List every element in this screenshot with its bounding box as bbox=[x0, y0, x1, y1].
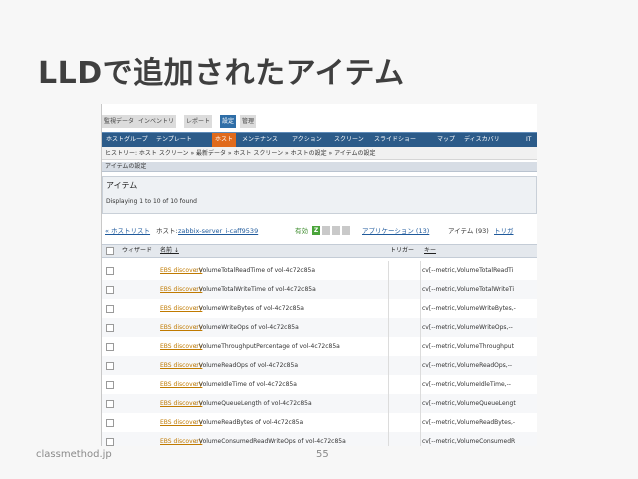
page-title: アイテム bbox=[106, 181, 138, 190]
menu-host-groups[interactable]: ホストグループ bbox=[106, 133, 148, 147]
host-label: ホスト: bbox=[156, 227, 178, 235]
item-name: : VolumeWriteOps of vol-4c72c85a bbox=[195, 324, 299, 331]
row-checkbox[interactable] bbox=[106, 438, 114, 446]
section-title: アイテムの設定 bbox=[102, 162, 537, 172]
ipmi-icon bbox=[342, 226, 350, 235]
item-key: cv[--metric,VolumeQueueLengt bbox=[422, 400, 516, 407]
zabbix-screenshot: 監視データ インベントリ レポート 設定 管理 ホストグループ テンプレート ホ… bbox=[101, 104, 537, 446]
menu-hosts[interactable]: ホスト bbox=[212, 133, 237, 147]
host-list-link[interactable]: « ホストリスト bbox=[105, 224, 150, 238]
config-menu: ホストグループ テンプレート ホスト メンテナンス アクション スクリーン スラ… bbox=[102, 132, 537, 147]
item-name: : VolumeThroughputPercentage of vol-4c72… bbox=[195, 343, 340, 350]
menu-slideshows[interactable]: スライドショー bbox=[374, 133, 416, 147]
tab-monitoring[interactable]: 監視データ bbox=[102, 115, 137, 128]
item-name: : VolumeTotalReadTime of vol-4c72c85a bbox=[195, 267, 316, 274]
item-key: cv[--metric,VolumeReadBytes,- bbox=[422, 419, 516, 426]
top-tabs: 監視データ インベントリ レポート 設定 管理 bbox=[102, 114, 537, 129]
row-checkbox[interactable] bbox=[106, 381, 114, 389]
item-name: : VolumeIdleTime of vol-4c72c85a bbox=[195, 381, 297, 388]
menu-templates[interactable]: テンプレート bbox=[156, 133, 192, 147]
tab-reports[interactable]: レポート bbox=[184, 115, 213, 128]
column-name[interactable]: 名前 ↓ bbox=[160, 245, 179, 257]
item-name: : VolumeConsumedReadWriteOps of vol-4c72… bbox=[195, 438, 346, 445]
status-badge: 有効 bbox=[295, 227, 308, 235]
table-row: EBS discovery : VolumeIdleTime of vol-4c… bbox=[102, 375, 537, 395]
zabbix-agent-icon: Z bbox=[312, 226, 320, 235]
item-name: : VolumeReadBytes of vol-4c72c85a bbox=[195, 419, 304, 426]
footer-brand: classmethod.jp bbox=[36, 449, 112, 460]
table-row: EBS discovery : VolumeTotalWriteTime of … bbox=[102, 280, 537, 300]
snmp-icon bbox=[322, 226, 330, 235]
table-header: ウィザード 名前 ↓ トリガー キー bbox=[102, 244, 537, 258]
items-header: アイテム Displaying 1 to 10 of 10 found bbox=[102, 176, 537, 214]
item-key: cv[--metric,VolumeTotalWriteTi bbox=[422, 286, 515, 293]
table-row: EBS discovery : VolumeReadOps of vol-4c7… bbox=[102, 356, 537, 376]
host-bar: « ホストリスト ホスト: zabbix-server_i-caff9539 有… bbox=[102, 224, 537, 238]
table-row: EBS discovery : VolumeWriteBytes of vol-… bbox=[102, 299, 537, 319]
menu-it-services[interactable]: IT bbox=[526, 133, 531, 147]
table-row: EBS discovery : VolumeReadBytes of vol-4… bbox=[102, 413, 537, 433]
page-number: 55 bbox=[316, 449, 329, 460]
column-trigger: トリガー bbox=[390, 247, 415, 254]
row-checkbox[interactable] bbox=[106, 324, 114, 332]
menu-discovery[interactable]: ディスカバリ bbox=[464, 133, 500, 147]
host-name-link[interactable]: zabbix-server_i-caff9539 bbox=[178, 224, 258, 238]
table-row: EBS discovery : VolumeTotalReadTime of v… bbox=[102, 261, 537, 281]
tab-administration[interactable]: 管理 bbox=[240, 115, 257, 128]
tab-inventory[interactable]: インベントリ bbox=[136, 115, 177, 128]
item-key: cv[--metric,VolumeWriteBytes,- bbox=[422, 305, 516, 312]
column-key[interactable]: キー bbox=[424, 245, 436, 257]
item-key: cv[--metric,VolumeWriteOps,-- bbox=[422, 324, 513, 331]
item-key: cv[--metric,VolumeReadOps,-- bbox=[422, 362, 513, 369]
menu-screens[interactable]: スクリーン bbox=[334, 133, 364, 147]
applications-link[interactable]: アプリケーション (13) bbox=[362, 224, 429, 238]
item-name: : VolumeQueueLength of vol-4c72c85a bbox=[195, 400, 312, 407]
row-checkbox[interactable] bbox=[106, 362, 114, 370]
menu-maintenance[interactable]: メンテナンス bbox=[242, 133, 278, 147]
select-all-checkbox[interactable] bbox=[106, 247, 114, 255]
row-checkbox[interactable] bbox=[106, 400, 114, 408]
table-row: EBS discovery : VolumeQueueLength of vol… bbox=[102, 394, 537, 414]
tab-configuration[interactable]: 設定 bbox=[220, 115, 237, 128]
item-key: cv[--metric,VolumeThroughput bbox=[422, 343, 514, 350]
row-checkbox[interactable] bbox=[106, 305, 114, 313]
table-row: EBS discovery : VolumeWriteOps of vol-4c… bbox=[102, 318, 537, 338]
item-name: : VolumeReadOps of vol-4c72c85a bbox=[195, 362, 298, 369]
triggers-link[interactable]: トリガ bbox=[494, 224, 514, 238]
item-key: cv[--metric,VolumeConsumedR bbox=[422, 438, 516, 445]
item-name: : VolumeWriteBytes of vol-4c72c85a bbox=[195, 305, 304, 312]
row-checkbox[interactable] bbox=[106, 286, 114, 294]
column-wizard: ウィザード bbox=[122, 247, 153, 254]
slide-title: LLDで追加されたアイテム bbox=[38, 56, 405, 91]
menu-actions[interactable]: アクション bbox=[292, 133, 322, 147]
item-name: : VolumeTotalWriteTime of vol-4c72c85a bbox=[195, 286, 316, 293]
menu-maps[interactable]: マップ bbox=[437, 133, 455, 147]
jmx-icon bbox=[332, 226, 340, 235]
row-checkbox[interactable] bbox=[106, 267, 114, 275]
row-checkbox[interactable] bbox=[106, 343, 114, 351]
breadcrumb: ヒストリー: ホスト スクリーン » 最新データ » ホスト スクリーン » ホ… bbox=[102, 147, 537, 160]
table-row: EBS discovery : VolumeConsumedReadWriteO… bbox=[102, 432, 537, 446]
item-key: cv[--metric,VolumeIdleTime,-- bbox=[422, 381, 511, 388]
displaying-count: Displaying 1 to 10 of 10 found bbox=[106, 198, 197, 205]
table-row: EBS discovery : VolumeThroughputPercenta… bbox=[102, 337, 537, 357]
row-checkbox[interactable] bbox=[106, 419, 114, 427]
items-count: アイテム (93) bbox=[448, 227, 489, 235]
item-key: cv[--metric,VolumeTotalReadTi bbox=[422, 267, 514, 274]
